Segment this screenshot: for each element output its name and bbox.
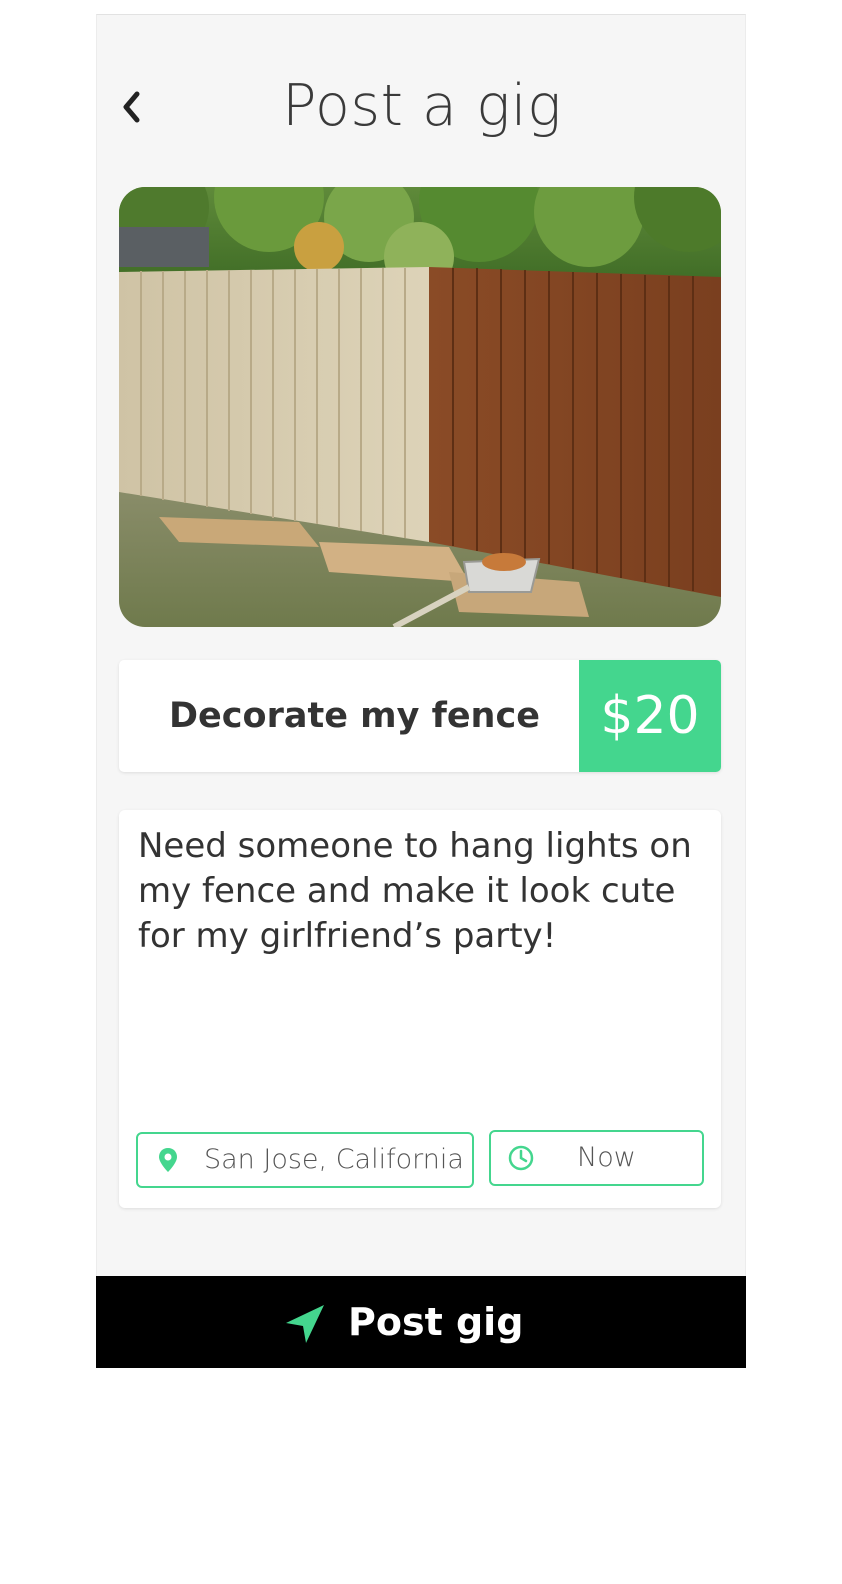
post-gig-screen: Post a gig Decorate my fence $20 Need so… <box>96 14 746 1276</box>
post-gig-label: Post gig <box>348 1300 524 1344</box>
time-value: Now <box>577 1142 636 1173</box>
gig-title[interactable]: Decorate my fence <box>169 660 540 772</box>
map-pin-icon <box>154 1146 182 1174</box>
location-value: San Jose, California <box>204 1144 464 1175</box>
post-gig-button[interactable]: Post gig <box>96 1276 746 1368</box>
clock-icon <box>507 1144 535 1172</box>
location-field[interactable]: San Jose, California <box>136 1132 474 1188</box>
description-card[interactable]: Need someone to hang lights on my fence … <box>119 810 721 1208</box>
price-badge[interactable]: $20 <box>579 660 721 772</box>
page-title: Post a gig <box>282 73 562 139</box>
navigation-arrow-icon <box>284 1303 326 1345</box>
gig-photo[interactable] <box>119 187 721 627</box>
gig-description[interactable]: Need someone to hang lights on my fence … <box>138 824 704 959</box>
gig-title-card[interactable]: Decorate my fence $20 <box>119 660 721 772</box>
time-field[interactable]: Now <box>489 1130 704 1186</box>
